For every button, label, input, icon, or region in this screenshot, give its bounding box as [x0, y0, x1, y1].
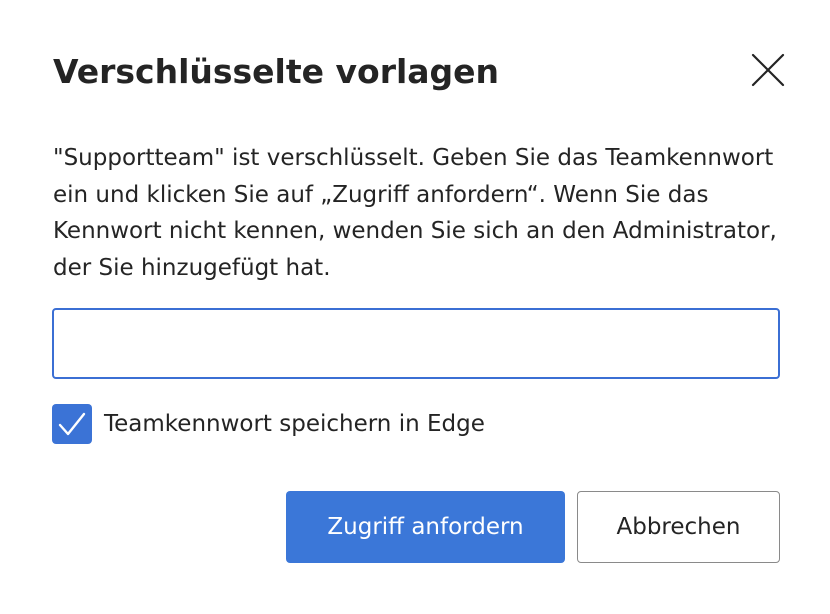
checkmark-icon	[58, 412, 86, 436]
request-access-button[interactable]: Zugriff anfordern	[286, 491, 565, 563]
save-password-checkbox-row[interactable]: Teamkennwort speichern in Edge	[52, 403, 485, 445]
save-password-checkbox[interactable]	[52, 404, 92, 444]
dialog-title: Verschlüsselte vorlagen	[53, 52, 500, 91]
cancel-button[interactable]: Abbrechen	[577, 491, 780, 563]
close-icon	[751, 53, 785, 87]
dialog-description: "Supportteam" ist verschlüsselt. Geben S…	[53, 145, 777, 281]
close-button[interactable]	[744, 46, 792, 94]
team-password-input[interactable]	[52, 308, 780, 379]
save-password-label: Teamkennwort speichern in Edge	[104, 411, 485, 437]
encrypted-templates-dialog: Verschlüsselte vorlagen "Supportteam" is…	[0, 0, 830, 614]
